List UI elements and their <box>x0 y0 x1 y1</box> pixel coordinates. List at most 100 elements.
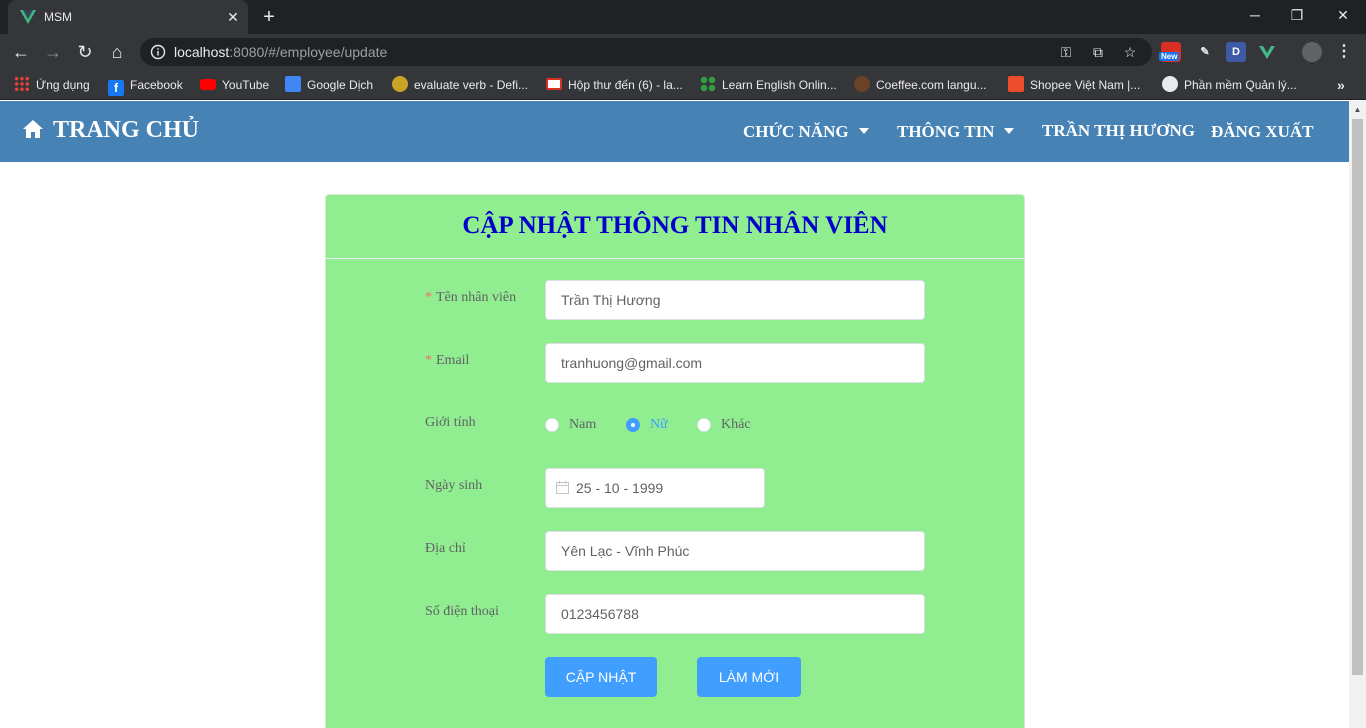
address-input[interactable]: Yên Lạc - Vĩnh Phúc <box>545 531 925 571</box>
globe-icon <box>1162 76 1178 92</box>
form-row-name: * Tên nhân viên Trần Thị Hương <box>425 280 925 320</box>
extension-new-icon[interactable]: New <box>1159 42 1181 62</box>
name-label: * Tên nhân viên <box>425 290 516 306</box>
form-row-phone: Số điện thoại 0123456788 <box>425 594 925 634</box>
radio-label: Khác <box>721 417 751 432</box>
bookmark-label: Coeffee.com langu... <box>876 78 987 92</box>
new-badge: New <box>1159 52 1180 61</box>
bookmark-label: Ứng dụng <box>36 78 90 92</box>
menu-user[interactable]: TRẦN THỊ HƯƠNG <box>1042 120 1195 142</box>
bookmark-label: Learn English Onlin... <box>722 78 837 92</box>
bookmarks-bar: Ứng dụng f Facebook YouTube Google Dịch e… <box>0 70 1366 100</box>
browser-menu-icon[interactable]: ⋮ <box>1334 42 1354 62</box>
bookmark-apps[interactable]: Ứng dụng <box>14 76 90 94</box>
address-label: Địa chỉ <box>425 541 466 556</box>
bookmark-label: Google Dịch <box>307 78 374 92</box>
page-viewport: TRANG CHỦ CHỨC NĂNG THÔNG TIN TRẦN THỊ H… <box>0 101 1366 728</box>
phone-label: Số điện thoại <box>425 604 499 619</box>
scroll-up-icon[interactable]: ▲ <box>1349 101 1366 118</box>
close-tab-icon[interactable]: ✕ <box>224 8 242 26</box>
menu-features[interactable]: CHỨC NĂNG <box>743 121 869 143</box>
site-info-icon[interactable] <box>150 44 166 60</box>
key-icon[interactable]: ⚿ <box>1058 44 1074 60</box>
shopee-icon <box>1008 76 1024 92</box>
youtube-icon <box>200 79 216 90</box>
profile-avatar[interactable] <box>1302 42 1322 62</box>
extension-d-icon[interactable]: D <box>1226 42 1246 62</box>
home-icon[interactable]: ⌂ <box>105 40 129 64</box>
dob-label: Ngày sinh <box>425 478 483 493</box>
minimize-window-button[interactable]: ─ <box>1232 0 1278 30</box>
form-row-gender: Giới tính Nam Nữ Khác <box>425 405 925 445</box>
new-tab-button[interactable]: + <box>258 6 280 28</box>
dob-date-picker[interactable]: 25 - 10 - 1999 <box>545 468 765 508</box>
required-mark: * <box>425 353 432 368</box>
reset-button[interactable]: LÀM MỚI <box>697 657 801 697</box>
browser-tab-active[interactable]: MSM ✕ <box>8 0 248 34</box>
name-input[interactable]: Trần Thị Hương <box>545 280 925 320</box>
url-text: localhost:8080/#/employee/update <box>174 44 387 60</box>
home-icon <box>23 120 43 138</box>
radio-label: Nam <box>569 417 597 432</box>
bookmark-evaluate-verb[interactable]: evaluate verb - Defi... <box>392 76 528 94</box>
menu-info-label: THÔNG TIN <box>897 122 995 141</box>
update-button[interactable]: CẬP NHẬT <box>545 657 657 697</box>
employee-update-card: CẬP NHẬT THÔNG TIN NHÂN VIÊN * Tên nhân v… <box>325 194 1025 728</box>
menu-features-label: CHỨC NĂNG <box>743 122 849 141</box>
apps-grid-icon <box>14 76 30 92</box>
back-arrow-icon[interactable]: ← <box>9 40 33 64</box>
brand-title: TRANG CHỦ <box>53 117 200 143</box>
bookmark-label: evaluate verb - Defi... <box>414 78 529 92</box>
radio-circle-checked <box>626 418 640 432</box>
email-label: * Email <box>425 353 469 369</box>
bookmark-learn-english[interactable]: Learn English Onlin... <box>700 76 837 94</box>
gmail-icon <box>546 78 562 90</box>
radio-label: Nữ <box>650 417 668 432</box>
browser-toolbar: ← → ↻ ⌂ localhost:8080/#/employee/update… <box>0 34 1366 70</box>
scrollbar-thumb[interactable] <box>1352 119 1363 675</box>
bookmark-phan-mem[interactable]: Phần mềm Quản lý... <box>1162 76 1297 94</box>
extension-pen-icon[interactable]: ✎ <box>1195 42 1215 62</box>
bookmark-facebook[interactable]: f Facebook <box>108 76 183 96</box>
bookmark-label: Hộp thư đến (6) - la... <box>568 78 683 92</box>
radio-circle <box>697 418 711 432</box>
caret-down-icon <box>858 128 869 134</box>
vue-devtools-icon[interactable] <box>1257 42 1277 62</box>
form-row-address: Địa chỉ Yên Lạc - Vĩnh Phúc <box>425 531 925 571</box>
calendar-icon <box>556 481 569 494</box>
vue-logo-icon <box>20 10 36 24</box>
bookmark-youtube[interactable]: YouTube <box>200 76 269 94</box>
more-bookmarks-chevron-icon[interactable]: » <box>1337 76 1345 94</box>
coeffee-icon <box>854 76 870 92</box>
translate-icon[interactable]: ⧉ <box>1090 44 1106 60</box>
reload-icon[interactable]: ↻ <box>73 40 97 64</box>
bookmark-google-translate[interactable]: Google Dịch <box>285 76 373 94</box>
phone-input[interactable]: 0123456788 <box>545 594 925 634</box>
bookmark-gmail[interactable]: Hộp thư đến (6) - la... <box>546 76 683 94</box>
caret-down-icon <box>1004 128 1015 134</box>
logout-link[interactable]: ĐĂNG XUẤT <box>1211 121 1313 143</box>
close-window-button[interactable]: ✕ <box>1320 0 1366 30</box>
bookmark-shopee[interactable]: Shopee Việt Nam |... <box>1008 76 1140 94</box>
forward-arrow-icon[interactable]: → <box>41 40 65 64</box>
page-scrollbar[interactable]: ▲ <box>1349 101 1366 728</box>
dictionary-icon <box>392 76 408 92</box>
gender-label: Giới tính <box>425 415 476 430</box>
dob-value: 25 - 10 - 1999 <box>576 480 664 496</box>
tab-title: MSM <box>44 10 72 24</box>
card-header: CẬP NHẬT THÔNG TIN NHÂN VIÊN <box>326 195 1024 259</box>
bookmark-coeffee[interactable]: Coeffee.com langu... <box>854 76 987 94</box>
bookmark-label: Facebook <box>130 78 183 92</box>
address-bar[interactable]: localhost:8080/#/employee/update ⚿ ⧉ ☆ <box>140 38 1152 66</box>
email-label-text: Email <box>436 353 470 368</box>
bookmark-star-icon[interactable]: ☆ <box>1122 44 1138 60</box>
url-path: :8080/#/employee/update <box>229 44 388 60</box>
restore-window-button[interactable]: ❐ <box>1274 0 1320 30</box>
required-mark: * <box>425 290 432 305</box>
url-host: localhost <box>174 44 230 60</box>
bookmark-label: Phần mềm Quản lý... <box>1184 78 1297 92</box>
menu-info[interactable]: THÔNG TIN <box>897 121 1015 143</box>
bookmark-label: YouTube <box>222 78 270 92</box>
browser-tab-bar: MSM ✕ + ─ ❐ ✕ <box>0 0 1366 34</box>
email-input[interactable]: tranhuong@gmail.com <box>545 343 925 383</box>
